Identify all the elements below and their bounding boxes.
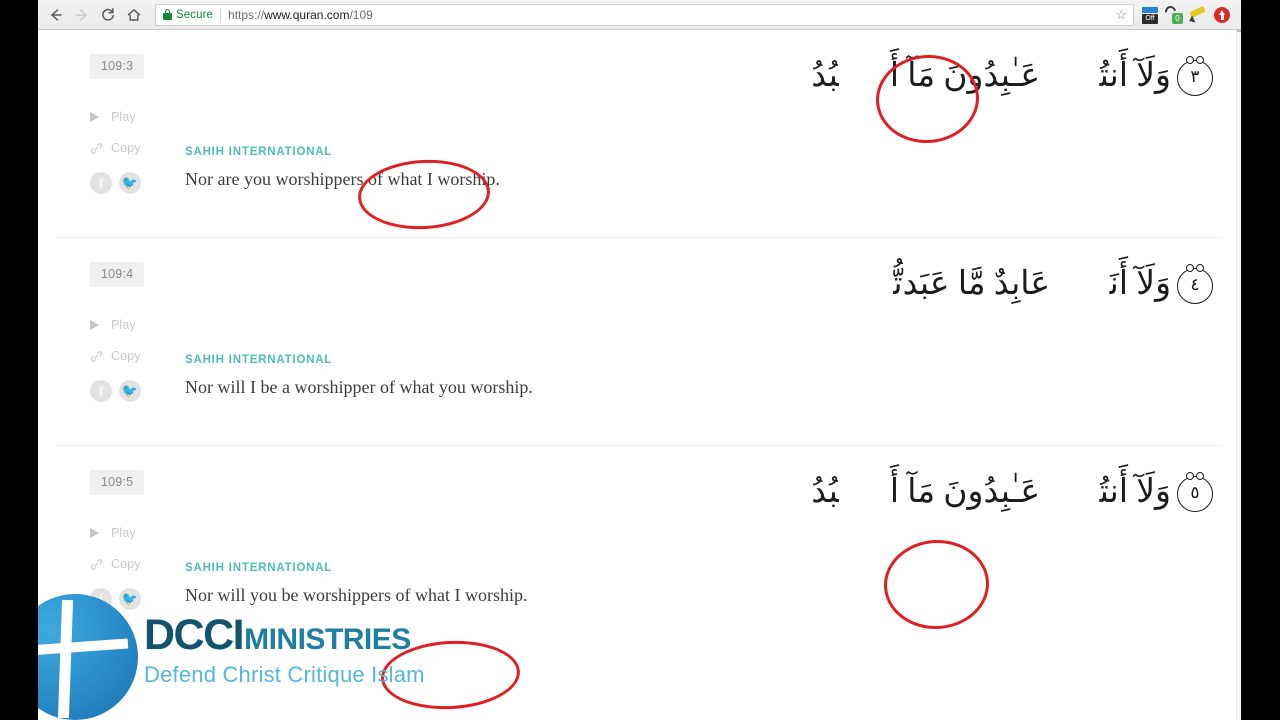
forward-arrow-icon [76, 8, 87, 21]
verse-translation: SAHIH INTERNATIONAL Nor will you be wors… [185, 562, 1163, 608]
translation-text: Nor will I be a worshipper of what you w… [185, 377, 533, 397]
extension-toolbar: Off 0 [1141, 3, 1241, 25]
play-button[interactable]: Play [90, 318, 210, 332]
arabic-words: وَلَآ أَنَا۠ عَابِدٌ مَّا عَبَدتُّمۡ [842, 266, 1171, 302]
verse-number-badge[interactable]: 109:3 [90, 54, 145, 79]
verse-number-badge[interactable]: 109:5 [90, 470, 145, 495]
pencil-extension-icon[interactable] [1187, 5, 1207, 25]
twitter-icon[interactable]: 🐦 [119, 588, 141, 610]
play-label: Play [111, 110, 136, 124]
verse-row: 109:3 Play Copy f 🐦 ٣وَلَآ أَنتُمۡ عَـٰب… [56, 30, 1223, 237]
security-status-label: Secure [176, 8, 214, 21]
play-label: Play [111, 318, 136, 332]
address-bar-divider [220, 7, 222, 22]
translator-label: SAHIH INTERNATIONAL [185, 146, 333, 158]
link-icon [90, 558, 104, 571]
translation-text: Nor will you be worshippers of what I wo… [185, 585, 528, 605]
copy-label: Copy [111, 141, 141, 155]
address-bar[interactable]: Secure https://www.quran.com/109 ☆ [155, 3, 1134, 26]
verse-block: 109:5 Play Copy f 🐦 ٥وَلَآ أَنتُمۡ عَـٰب… [38, 446, 1241, 653]
lock-icon [163, 9, 172, 20]
copy-label: Copy [111, 557, 141, 571]
translator-label: SAHIH INTERNATIONAL [185, 354, 333, 366]
letterbox-right [1241, 0, 1280, 720]
screen-root: Secure https://www.quran.com/109 ☆ Off 0 [0, 0, 1280, 720]
home-icon [127, 8, 141, 21]
play-icon [90, 320, 104, 330]
letterbox-left [0, 0, 38, 720]
play-icon [90, 112, 104, 122]
facebook-icon[interactable]: f [90, 588, 112, 610]
ayah-number-marker: ٤ [1177, 264, 1213, 305]
upload-extension-icon[interactable] [1213, 6, 1231, 24]
translation-text: Nor are you worshippers of what I worshi… [185, 169, 500, 189]
verse-translation: SAHIH INTERNATIONAL Nor are you worshipp… [185, 146, 1163, 192]
verse-arabic-text: ٣وَلَآ أَنتُمۡ عَـٰبِدُونَ مَآ أَعۡبُدُ [811, 48, 1213, 104]
twitter-icon[interactable]: 🐦 [119, 172, 141, 194]
arabic-words: وَلَآ أَنتُمۡ عَـٰبِدُونَ مَآ أَعۡبُدُ [811, 58, 1171, 94]
translator-label: SAHIH INTERNATIONAL [185, 562, 333, 574]
twitter-icon[interactable]: 🐦 [119, 380, 141, 402]
reload-button[interactable] [95, 2, 121, 28]
blocker-extension-icon[interactable]: 0 [1162, 3, 1183, 24]
link-icon [90, 142, 104, 155]
ayah-number-marker: ٥ [1177, 472, 1213, 513]
verse-translation: SAHIH INTERNATIONAL Nor will I be a wors… [185, 354, 1163, 400]
copy-label: Copy [111, 349, 141, 363]
facebook-icon[interactable]: f [90, 172, 112, 194]
arabic-words: وَلَآ أَنتُمۡ عَـٰبِدُونَ مَآ أَعۡبُدُ [811, 474, 1171, 510]
play-button[interactable]: Play [90, 110, 210, 124]
play-icon [90, 528, 104, 538]
link-icon [90, 350, 104, 363]
toggle-off-extension-label: Off [1142, 13, 1158, 24]
verse-arabic-text: ٥وَلَآ أَنتُمۡ عَـٰبِدُونَ مَآ أَعۡبُدُ [811, 464, 1213, 520]
toggle-off-extension-icon[interactable]: Off [1141, 6, 1159, 24]
browser-toolbar: Secure https://www.quran.com/109 ☆ Off 0 [38, 0, 1241, 30]
verse-arabic-text: ٤وَلَآ أَنَا۠ عَابِدٌ مَّا عَبَدتُّمۡ [842, 256, 1213, 312]
navigation-buttons [38, 2, 147, 28]
bookmark-star-icon[interactable]: ☆ [1115, 7, 1129, 23]
forward-button[interactable] [69, 2, 95, 28]
back-arrow-icon [51, 8, 62, 21]
verse-block: 109:3 Play Copy f 🐦 ٣وَلَآ أَنتُمۡ عَـٰب… [38, 30, 1241, 238]
url-scheme: https:// [228, 7, 265, 22]
ayah-number-marker: ٣ [1177, 56, 1213, 97]
address-bar-url: https://www.quran.com/109 [228, 8, 373, 22]
blocker-extension-badge: 0 [1172, 12, 1183, 24]
verse-row: 109:5 Play Copy f 🐦 ٥وَلَآ أَنتُمۡ عَـٰب… [56, 446, 1223, 653]
verse-number-badge[interactable]: 109:4 [90, 262, 145, 287]
back-button[interactable] [43, 2, 69, 28]
play-button[interactable]: Play [90, 526, 210, 540]
play-label: Play [111, 526, 136, 540]
page-viewport: 109:3 Play Copy f 🐦 ٣وَلَآ أَنتُمۡ عَـٰب… [38, 30, 1241, 720]
facebook-icon[interactable]: f [90, 380, 112, 402]
verse-block: 109:4 Play Copy f 🐦 ٤وَلَآ أَنَا۠ عَابِد… [38, 238, 1241, 446]
reload-icon [102, 7, 114, 21]
url-host: www.quran.com [264, 7, 350, 22]
home-button[interactable] [121, 2, 147, 28]
url-path: /109 [349, 7, 373, 22]
verse-row: 109:4 Play Copy f 🐦 ٤وَلَآ أَنَا۠ عَابِد… [56, 238, 1223, 445]
